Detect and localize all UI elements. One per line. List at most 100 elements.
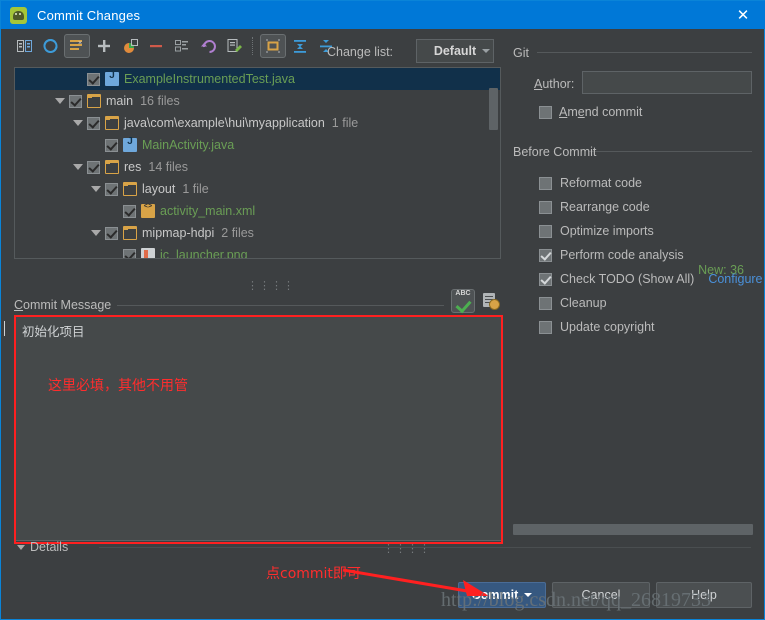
- folder-icon: [87, 94, 101, 108]
- chevron-down-icon: [481, 49, 490, 53]
- tree-row-name: activity_main.xml: [160, 204, 256, 218]
- details-toggle[interactable]: Details: [17, 540, 68, 554]
- refresh-icon[interactable]: [38, 35, 62, 57]
- edit-source-icon[interactable]: [222, 35, 246, 57]
- amend-commit-checkbox[interactable]: [539, 105, 552, 119]
- move-to-changelist-icon[interactable]: [118, 35, 142, 57]
- tree-row-checkbox[interactable]: [105, 182, 118, 196]
- commit-message-label: Commit Message: [14, 298, 118, 312]
- close-icon[interactable]: ✕: [720, 1, 765, 29]
- before-commit-label: Check TODO (Show All): [560, 272, 695, 286]
- group-by-directory-icon[interactable]: [260, 34, 286, 58]
- group-by-icon[interactable]: ×: [64, 34, 90, 58]
- folder-icon: [105, 160, 119, 174]
- folder-icon: [123, 226, 137, 240]
- before-commit-option[interactable]: Perform code analysis: [539, 243, 763, 267]
- tree-row[interactable]: ic_launcher.png: [15, 244, 500, 258]
- before-commit-option[interactable]: Reformat code: [539, 171, 763, 195]
- author-label: Author:: [534, 77, 575, 91]
- tree-row-checkbox[interactable]: [87, 116, 100, 130]
- show-diff-icon[interactable]: [12, 35, 36, 57]
- commit-message-tools: ABC: [451, 289, 501, 314]
- tree-row[interactable]: res 14 files: [15, 156, 500, 178]
- tree-row-checkbox[interactable]: [87, 72, 100, 86]
- expand-all-icon[interactable]: [288, 35, 312, 57]
- toolbar-separator: [252, 37, 254, 55]
- chevron-down-icon[interactable]: [91, 230, 101, 236]
- tree-row-name: main: [106, 94, 134, 108]
- message-history-icon[interactable]: [481, 290, 501, 312]
- text-caret: [4, 321, 5, 336]
- author-field[interactable]: [582, 71, 752, 94]
- tree-row-count: 2 files: [221, 226, 254, 240]
- right-panel-horizontal-scrollbar[interactable]: [513, 524, 753, 535]
- before-commit-title: Before Commit: [513, 145, 597, 159]
- before-commit-label: Optimize imports: [560, 224, 654, 238]
- details-splitter-grip[interactable]: ⋮⋮⋮⋮: [383, 542, 431, 555]
- add-icon[interactable]: [92, 35, 116, 57]
- before-commit-checkbox[interactable]: [539, 176, 552, 190]
- tree-row-checkbox[interactable]: [87, 160, 100, 174]
- tree-splitter-grip[interactable]: ⋮⋮⋮⋮: [247, 279, 295, 292]
- tree-row-checkbox[interactable]: [69, 94, 82, 108]
- before-commit-option[interactable]: Rearrange code: [539, 195, 763, 219]
- before-commit-option[interactable]: Optimize imports: [539, 219, 763, 243]
- png-file-icon: [141, 248, 155, 258]
- spellcheck-icon[interactable]: ABC: [451, 289, 475, 314]
- tree-row-count: 14 files: [148, 160, 188, 174]
- amend-commit-row[interactable]: Amend commit: [539, 105, 642, 119]
- tree-row-name: MainActivity.java: [142, 138, 235, 152]
- changelist-icon[interactable]: [170, 35, 194, 57]
- tree-row-count: 1 file: [331, 116, 359, 130]
- android-studio-icon: [10, 6, 27, 24]
- before-commit-checkbox[interactable]: [539, 248, 552, 262]
- tree-row-checkbox[interactable]: [123, 248, 136, 258]
- changelist-dropdown-button[interactable]: [478, 39, 494, 63]
- java-file-icon: [105, 70, 119, 86]
- before-commit-label: Cleanup: [560, 296, 607, 310]
- configure-link[interactable]: Configure: [708, 272, 762, 286]
- tree-row[interactable]: MainActivity.java: [15, 134, 500, 156]
- before-commit-option[interactable]: Update copyright: [539, 315, 763, 339]
- amend-commit-label: Amend commit: [559, 105, 643, 119]
- revert-icon[interactable]: [196, 35, 220, 57]
- changelist-label-text: Change list:: [327, 45, 394, 59]
- chevron-down-icon[interactable]: [73, 164, 83, 170]
- before-commit-option[interactable]: Check TODO (Show All) Configure: [539, 267, 763, 291]
- tree-row-checkbox[interactable]: [105, 138, 118, 152]
- chevron-down-icon: [17, 544, 25, 550]
- before-commit-checkbox[interactable]: [539, 296, 552, 310]
- commit-message-input[interactable]: 初始化项目: [15, 316, 502, 541]
- git-section-title: Git: [513, 46, 529, 60]
- changelist-label: Change list:: [327, 45, 393, 59]
- tree-vertical-scrollbar[interactable]: [489, 88, 498, 130]
- folder-icon: [105, 116, 119, 130]
- before-commit-checkbox[interactable]: [539, 224, 552, 238]
- commit-changes-dialog: Commit Changes ✕ × Change list: Default …: [0, 0, 765, 620]
- tree-row[interactable]: layout 1 file: [15, 178, 500, 200]
- tree-row[interactable]: ExampleInstrumentedTest.java: [15, 68, 500, 90]
- tree-row[interactable]: java\com\example\hui\myapplication 1 file: [15, 112, 500, 134]
- before-commit-option[interactable]: Cleanup: [539, 291, 763, 315]
- tree-row-checkbox[interactable]: [105, 226, 118, 240]
- tree-row[interactable]: activity_main.xml: [15, 200, 500, 222]
- before-commit-checkbox[interactable]: [539, 320, 552, 334]
- changed-files-tree[interactable]: ExampleInstrumentedTest.java main 16 files…: [14, 67, 501, 259]
- window-title: Commit Changes: [37, 7, 141, 23]
- tree-row-checkbox[interactable]: [123, 204, 136, 218]
- before-commit-checkbox[interactable]: [539, 272, 552, 286]
- chevron-down-icon[interactable]: [73, 120, 83, 126]
- chevron-down-icon[interactable]: [55, 98, 65, 104]
- tree-row[interactable]: mipmap-hdpi 2 files: [15, 222, 500, 244]
- before-commit-checkbox[interactable]: [539, 200, 552, 214]
- commit-message-rule: [106, 305, 444, 306]
- check-mark-icon: [455, 296, 472, 314]
- delete-icon[interactable]: [144, 35, 168, 57]
- spellcheck-label: ABC: [455, 290, 471, 297]
- tree-row[interactable]: main 16 files: [15, 90, 500, 112]
- details-label: Details: [30, 540, 69, 554]
- chevron-down-icon[interactable]: [91, 186, 101, 192]
